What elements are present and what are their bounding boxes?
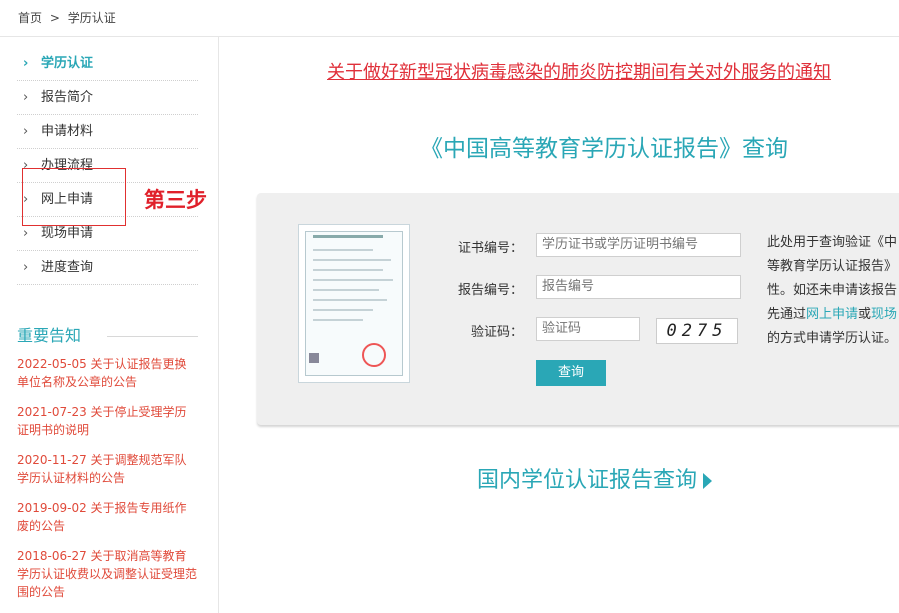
- chevron-right-icon: ›: [23, 260, 29, 275]
- chevron-right-icon: ›: [23, 90, 29, 105]
- report-number-input[interactable]: [536, 275, 741, 299]
- notice-link[interactable]: 2021-07-23 关于停止受理学历证明书的说明: [17, 403, 198, 439]
- sidebar-item-label: 进度查询: [41, 260, 94, 275]
- certificate-sample-image: [298, 224, 410, 383]
- degree-link-label: 国内学位认证报告查询: [477, 468, 698, 493]
- description-line: 性。如还未申请该报告: [767, 283, 898, 298]
- page-title: 《中国高等教育学历认证报告》查询: [420, 136, 788, 162]
- description-line: 此处用于查询验证《中: [767, 235, 898, 250]
- breadcrumb: 首页 > 学历认证: [18, 9, 120, 26]
- breadcrumb-separator: >: [49, 11, 60, 25]
- certificate-text-line: [313, 309, 373, 311]
- step-annotation: 第三步: [144, 188, 207, 212]
- sidebar-item-degree-certification[interactable]: › 学历认证: [17, 47, 198, 81]
- captcha-label: 验证码：: [470, 325, 523, 340]
- breadcrumb-current: 学历认证: [67, 11, 116, 25]
- cert-number-label: 证书编号：: [457, 241, 523, 256]
- certificate-heading-line: [313, 235, 383, 238]
- qr-code-icon: [309, 353, 319, 363]
- notices-list: 2022-05-05 关于认证报告更换单位名称及公章的公告 2021-07-23…: [17, 355, 198, 613]
- query-description: 此处用于查询验证《中 等教育学历认证报告》 性。如还未申请该报告 先通过网上申请…: [767, 231, 899, 351]
- sidebar-item-label: 申请材料: [41, 124, 94, 139]
- notices-rule: [107, 336, 198, 337]
- query-button[interactable]: 查询: [536, 360, 606, 386]
- description-line: 先通过网上申请或现场: [767, 303, 899, 327]
- certificate-text-line: [313, 249, 373, 251]
- sidebar-item-materials[interactable]: › 申请材料: [17, 115, 198, 149]
- certificate-text-line: [313, 299, 387, 301]
- sidebar-item-progress[interactable]: › 进度查询: [17, 251, 198, 285]
- highlight-box: [22, 168, 126, 226]
- breadcrumb-home[interactable]: 首页: [18, 11, 42, 25]
- degree-report-query-link[interactable]: 国内学位认证报告查询: [477, 462, 713, 494]
- sidebar-item-report-intro[interactable]: › 报告简介: [17, 81, 198, 115]
- notices-header: 重要告知: [17, 325, 198, 347]
- notice-link[interactable]: 2022-05-05 关于认证报告更换单位名称及公章的公告: [17, 355, 198, 391]
- captcha-input[interactable]: [536, 317, 640, 341]
- onsite-apply-link[interactable]: 现场: [871, 307, 897, 322]
- certificate-text-line: [313, 279, 393, 281]
- cert-number-input[interactable]: [536, 233, 741, 257]
- sidebar-divider: [218, 37, 219, 613]
- header-divider: [0, 36, 899, 37]
- seal-icon: [362, 343, 386, 367]
- certificate-text-line: [313, 319, 363, 321]
- triangle-right-icon: [703, 473, 713, 489]
- sidebar-item-label: 现场申请: [41, 226, 94, 241]
- certificate-text-line: [313, 259, 391, 261]
- description-text: 或: [858, 307, 872, 322]
- description-line: 等教育学历认证报告》: [767, 259, 898, 274]
- announcement-link[interactable]: 关于做好新型冠状病毒感染的肺炎防控期间有关对外服务的通知: [327, 58, 831, 84]
- certificate-text-line: [313, 289, 379, 291]
- description-text: 先通过: [767, 307, 807, 322]
- online-apply-link[interactable]: 网上申请: [806, 307, 858, 322]
- certificate-border: [305, 231, 403, 376]
- chevron-right-icon: ›: [23, 56, 29, 71]
- sidebar-item-label: 报告简介: [41, 90, 94, 105]
- description-line: 的方式申请学历认证。: [767, 331, 898, 346]
- captcha-image[interactable]: 0275: [656, 318, 738, 344]
- sidebar-item-label: 学历认证: [41, 56, 94, 71]
- report-number-label: 报告编号：: [457, 283, 523, 298]
- notices-title: 重要告知: [17, 326, 82, 345]
- notice-link[interactable]: 2019-09-02 关于报告专用纸作废的公告: [17, 499, 198, 535]
- certificate-text-line: [313, 269, 383, 271]
- chevron-right-icon: ›: [23, 124, 29, 139]
- notice-link[interactable]: 2020-11-27 关于调整规范军队学历认证材料的公告: [17, 451, 198, 487]
- sidebar-nav: › 学历认证 › 报告简介 › 申请材料 › 办理流程 › 网上申请 › 现场申…: [17, 47, 198, 285]
- notice-link[interactable]: 2018-06-27 关于取消高等教育学历认证收费以及调整认证受理范围的公告: [17, 547, 198, 601]
